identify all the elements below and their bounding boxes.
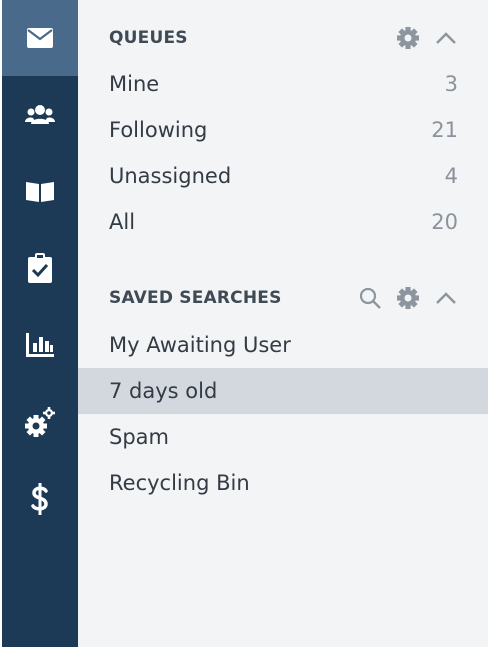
queue-item-label: Following (109, 118, 208, 142)
saved-search-item-selected[interactable]: 7 days old (78, 368, 488, 414)
saved-search-label: 7 days old (109, 379, 218, 403)
gear-icon[interactable] (396, 26, 420, 50)
nav-item-inbox[interactable] (2, 0, 78, 76)
saved-search-label: Recycling Bin (109, 471, 250, 495)
nav-item-billing[interactable] (2, 461, 78, 537)
queue-item-all[interactable]: All 20 (78, 199, 488, 245)
nav-item-tasks[interactable] (2, 230, 78, 306)
saved-search-item[interactable]: Spam (78, 414, 488, 460)
gears-icon (25, 407, 55, 437)
chart-icon (26, 333, 54, 357)
saved-search-item[interactable]: My Awaiting User (78, 322, 488, 368)
nav-item-knowledge-base[interactable] (2, 153, 78, 229)
queue-item-label: All (109, 210, 136, 234)
clipboard-check-icon (28, 253, 52, 283)
saved-searches-title: SAVED SEARCHES (109, 288, 282, 308)
folders-panel: QUEUES Mine 3 Following 21 Unassigned 4 … (78, 0, 488, 647)
users-icon (25, 105, 55, 124)
nav-item-admin[interactable] (2, 384, 78, 460)
queue-item-label: Mine (109, 72, 160, 96)
book-icon (26, 182, 54, 202)
nav-rail (0, 0, 78, 647)
saved-search-label: Spam (109, 425, 169, 449)
envelope-icon (27, 28, 53, 48)
search-icon[interactable] (358, 286, 382, 310)
queue-item-count: 20 (431, 210, 458, 234)
saved-searches-header: SAVED SEARCHES (78, 277, 488, 317)
saved-search-label: My Awaiting User (109, 333, 291, 357)
nav-item-reports[interactable] (2, 307, 78, 383)
queue-item-count: 21 (431, 118, 458, 142)
queue-item-mine[interactable]: Mine 3 (78, 61, 488, 107)
queue-item-label: Unassigned (109, 164, 232, 188)
queues-header: QUEUES (78, 17, 488, 57)
queue-item-unassigned[interactable]: Unassigned 4 (78, 153, 488, 199)
chevron-up-icon[interactable] (434, 26, 458, 50)
chevron-up-icon[interactable] (434, 286, 458, 310)
dollar-icon (31, 483, 48, 515)
queue-item-count: 3 (444, 72, 458, 96)
queue-item-count: 4 (444, 164, 458, 188)
saved-search-item[interactable]: Recycling Bin (78, 460, 488, 506)
nav-item-users[interactable] (2, 77, 78, 153)
queue-item-following[interactable]: Following 21 (78, 107, 488, 153)
queues-title: QUEUES (109, 28, 188, 48)
gear-icon[interactable] (396, 286, 420, 310)
